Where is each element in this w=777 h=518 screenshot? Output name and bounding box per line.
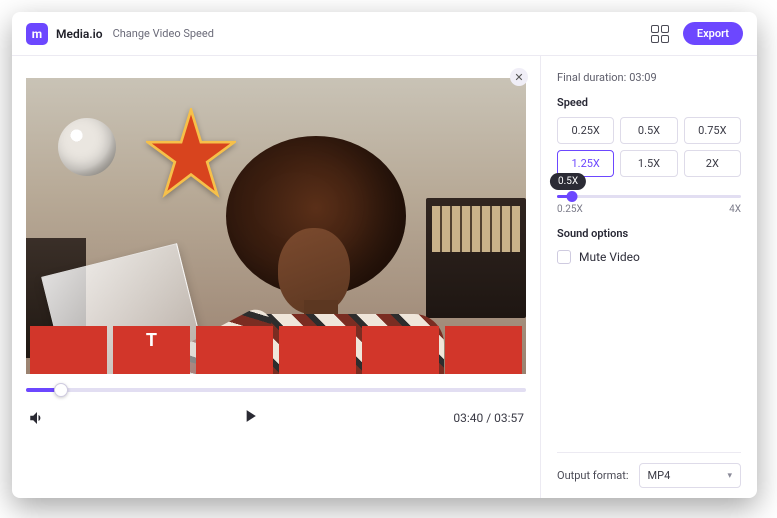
tool-name: Change Video Speed	[113, 27, 214, 40]
timeline-scrubber[interactable]	[26, 388, 526, 392]
speed-option-2X[interactable]: 2X	[684, 150, 741, 177]
video-preview[interactable]	[26, 78, 526, 374]
volume-icon[interactable]	[28, 409, 46, 427]
speed-option-0_25X[interactable]: 0.25X	[557, 117, 614, 144]
header-bar: m Media.io Change Video Speed Export	[12, 12, 757, 56]
mute-checkbox[interactable]	[557, 250, 571, 264]
chevron-down-icon: ▾	[727, 471, 732, 481]
speed-preset-grid: 0.25X0.5X0.75X1.25X1.5X2X	[557, 117, 741, 177]
close-icon[interactable]: ✕	[510, 68, 528, 86]
settings-panel: Final duration: 03:09 Speed 0.25X0.5X0.7…	[541, 56, 757, 498]
mute-label: Mute Video	[579, 250, 640, 264]
sound-section-label: Sound options	[557, 227, 741, 240]
app-window: m Media.io Change Video Speed Export ✕	[12, 12, 757, 498]
speed-slider-range: 0.25X 4X	[557, 204, 741, 215]
speed-slider-thumb[interactable]	[566, 191, 577, 202]
output-format-label: Output format:	[557, 469, 629, 482]
speed-option-1_5X[interactable]: 1.5X	[620, 150, 677, 177]
speed-slider[interactable]: 0.5X	[557, 195, 741, 198]
speed-section-label: Speed	[557, 96, 741, 109]
speed-option-0_5X[interactable]: 0.5X	[620, 117, 677, 144]
apps-grid-icon[interactable]	[651, 25, 669, 43]
brand-name: Media.io	[56, 27, 103, 41]
output-format-row: Output format: MP4 ▾	[557, 452, 741, 488]
main-body: ✕	[12, 56, 757, 498]
export-button[interactable]: Export	[683, 22, 743, 45]
brand-logo-icon: m	[26, 23, 48, 45]
time-display: 03:40 / 03:57	[453, 411, 524, 425]
final-duration: Final duration: 03:09	[557, 70, 741, 84]
speed-slider-value-bubble: 0.5X	[550, 173, 586, 190]
preview-pane: ✕	[12, 56, 541, 498]
output-format-select[interactable]: MP4 ▾	[639, 463, 741, 488]
speed-option-0_75X[interactable]: 0.75X	[684, 117, 741, 144]
play-icon[interactable]	[240, 406, 260, 426]
timeline-playhead[interactable]	[54, 383, 68, 397]
mute-row: Mute Video	[557, 250, 741, 264]
player-controls: 03:40 / 03:57	[12, 392, 540, 430]
